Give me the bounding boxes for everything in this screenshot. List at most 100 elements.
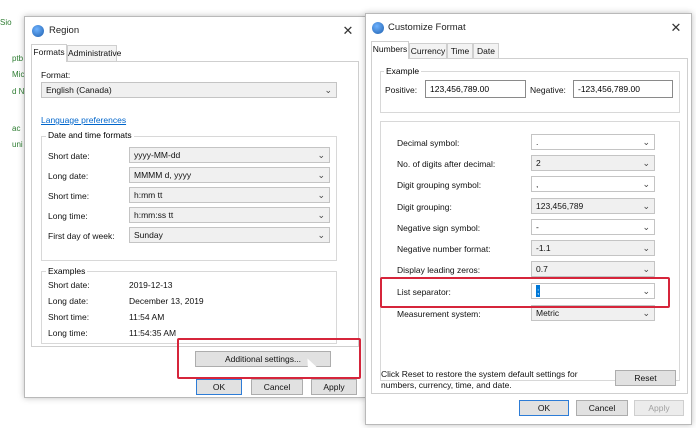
tab-time[interactable]: Time — [447, 43, 473, 59]
background-text: d N — [12, 87, 25, 96]
examples-group-label: Examples — [46, 266, 88, 276]
ok-button[interactable]: OK — [196, 379, 242, 395]
negative-sign-select[interactable]: - ⌄ — [531, 219, 655, 235]
chevron-down-icon: ⌄ — [317, 150, 325, 160]
background-text: ac — [12, 124, 21, 133]
language-preferences-link[interactable]: Language preferences — [41, 115, 126, 125]
digits-after-decimal-select[interactable]: 2 ⌄ — [531, 155, 655, 171]
long-time-value: h:mm:ss tt — [134, 210, 174, 220]
region-title: Region — [49, 25, 80, 36]
format-value: English (Canada) — [46, 85, 112, 95]
background-text: Sio — [0, 18, 12, 27]
region-titlebar: Region ✕ — [25, 17, 365, 45]
background-text: uni — [12, 140, 23, 149]
short-time-value: h:mm tt — [134, 190, 163, 200]
background-window-strip — [0, 0, 696, 14]
format-select[interactable]: English (Canada) ⌄ — [41, 82, 337, 98]
first-day-select[interactable]: Sunday ⌄ — [129, 227, 330, 243]
highlight-additional-settings — [177, 338, 361, 379]
customize-format-window: Customize Format ✕ Numbers Currency Time… — [365, 13, 692, 425]
ok-button[interactable]: OK — [519, 400, 569, 416]
reset-button[interactable]: Reset — [615, 370, 676, 386]
decimal-symbol-value: . — [536, 137, 539, 147]
digit-grouping-label: Digit grouping: — [397, 202, 452, 212]
positive-example-field: 123,456,789.00 — [425, 80, 526, 98]
first-day-value: Sunday — [134, 230, 163, 240]
chevron-down-icon: ⌄ — [642, 179, 650, 189]
long-date-label: Long date: — [48, 171, 89, 181]
format-label: Format: — [41, 70, 71, 80]
leading-zeros-select[interactable]: 0.7 ⌄ — [531, 261, 655, 277]
short-date-value: yyyy-MM-dd — [134, 150, 181, 160]
short-time-label: Short time: — [48, 191, 90, 201]
tab-currency[interactable]: Currency — [409, 43, 447, 59]
apply-button[interactable]: Apply — [311, 379, 357, 395]
example-label: Long time: — [48, 328, 88, 338]
negative-format-label: Negative number format: — [397, 244, 491, 254]
decimal-symbol-select[interactable]: . ⌄ — [531, 134, 655, 150]
background-text: Mic — [12, 70, 25, 79]
decimal-symbol-label: Decimal symbol: — [397, 138, 460, 148]
datetime-group-label: Date and time formats — [46, 130, 134, 140]
formats-panel: Format: English (Canada) ⌄ Language pref… — [31, 61, 359, 347]
digit-grouping-symbol-value: , — [536, 179, 539, 189]
negative-example-field: -123,456,789.00 — [573, 80, 673, 98]
short-time-select[interactable]: h:mm tt ⌄ — [129, 187, 330, 203]
chevron-down-icon: ⌄ — [317, 210, 325, 220]
long-date-value: MMMM d, yyyy — [134, 170, 192, 180]
example-value: 2019-12-13 — [129, 280, 173, 290]
example-value: 11:54 AM — [129, 312, 165, 322]
long-date-select[interactable]: MMMM d, yyyy ⌄ — [129, 167, 330, 183]
tab-numbers[interactable]: Numbers — [371, 41, 409, 59]
first-day-label: First day of week: — [48, 231, 115, 241]
chevron-down-icon: ⌄ — [317, 190, 325, 200]
negative-format-select[interactable]: -1.1 ⌄ — [531, 240, 655, 256]
positive-label: Positive: — [385, 85, 418, 95]
digits-after-decimal-value: 2 — [536, 158, 541, 168]
numbers-panel: Example Positive: 123,456,789.00 Negativ… — [371, 58, 688, 394]
long-time-label: Long time: — [48, 211, 88, 221]
chevron-down-icon: ⌄ — [642, 243, 650, 253]
example-label: Long date: — [48, 296, 89, 306]
negative-format-value: -1.1 — [536, 243, 551, 253]
measurement-system-label: Measurement system: — [397, 309, 481, 319]
leading-zeros-label: Display leading zeros: — [397, 265, 481, 275]
example-value: December 13, 2019 — [129, 296, 204, 306]
measurement-system-value: Metric — [536, 308, 560, 318]
example-group-label: Example — [384, 66, 422, 76]
negative-label: Negative: — [530, 85, 566, 95]
close-icon[interactable]: ✕ — [335, 21, 361, 41]
example-label: Short date: — [48, 280, 90, 290]
tab-formats[interactable]: Formats — [31, 44, 67, 62]
digits-after-decimal-label: No. of digits after decimal: — [397, 159, 496, 169]
chevron-down-icon: ⌄ — [642, 308, 650, 318]
leading-zeros-value: 0.7 — [536, 264, 548, 274]
customize-titlebar: Customize Format ✕ — [366, 14, 691, 42]
highlight-list-separator — [380, 277, 670, 308]
digit-grouping-select[interactable]: 123,456,789 ⌄ — [531, 198, 655, 214]
digit-grouping-symbol-label: Digit grouping symbol: — [397, 180, 482, 190]
digit-grouping-value: 123,456,789 — [536, 201, 584, 211]
tab-administrative[interactable]: Administrative — [67, 45, 121, 61]
background-text: ptb — [12, 54, 24, 63]
chevron-down-icon: ⌄ — [324, 85, 332, 95]
chevron-down-icon: ⌄ — [317, 170, 325, 180]
customize-title: Customize Format — [388, 22, 466, 33]
cancel-button[interactable]: Cancel — [251, 379, 303, 395]
reset-description: Click Reset to restore the system defaul… — [381, 369, 578, 390]
globe-icon — [372, 22, 384, 34]
chevron-down-icon: ⌄ — [642, 222, 650, 232]
negative-sign-value: - — [536, 222, 539, 232]
digit-grouping-symbol-select[interactable]: , ⌄ — [531, 176, 655, 192]
example-value: 11:54:35 AM — [129, 328, 177, 338]
apply-button[interactable]: Apply — [634, 400, 684, 416]
chevron-down-icon: ⌄ — [642, 201, 650, 211]
short-date-select[interactable]: yyyy-MM-dd ⌄ — [129, 147, 330, 163]
chevron-down-icon: ⌄ — [642, 158, 650, 168]
cancel-button[interactable]: Cancel — [576, 400, 628, 416]
long-time-select[interactable]: h:mm:ss tt ⌄ — [129, 207, 330, 223]
negative-sign-label: Negative sign symbol: — [397, 223, 481, 233]
tab-date[interactable]: Date — [473, 43, 499, 59]
close-icon[interactable]: ✕ — [663, 18, 689, 38]
example-label: Short time: — [48, 312, 90, 322]
